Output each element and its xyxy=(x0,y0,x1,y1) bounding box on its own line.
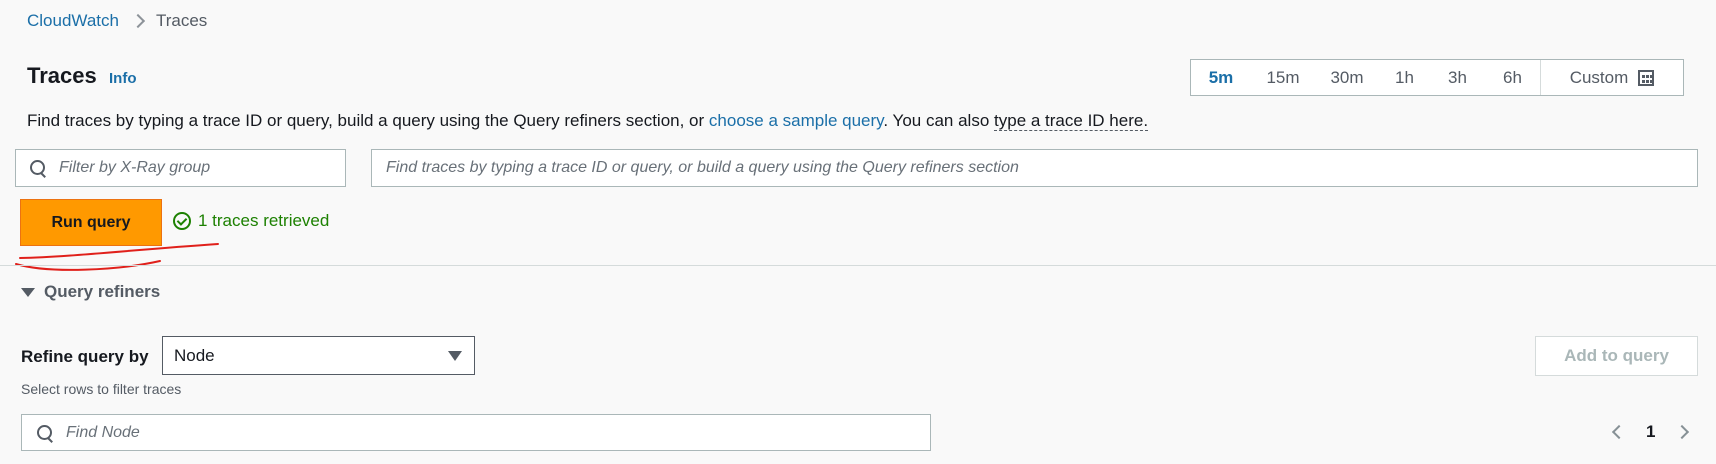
xray-group-placeholder: Filter by X-Ray group xyxy=(59,159,211,176)
next-page-icon[interactable] xyxy=(1675,424,1690,440)
query-refiners-label: Query refiners xyxy=(44,282,161,301)
refine-query-selected: Node xyxy=(174,345,215,365)
time-range-5m[interactable]: 5m xyxy=(1191,60,1251,95)
search-icon xyxy=(29,159,47,177)
breadcrumb: CloudWatch Traces xyxy=(27,10,207,32)
description-text-2: . You can also xyxy=(883,111,995,130)
refine-query-select[interactable]: Node xyxy=(162,336,475,375)
time-range-1h[interactable]: 1h xyxy=(1379,60,1430,95)
status-text: 1 traces retrieved xyxy=(198,211,330,230)
status-message: 1 traces retrieved xyxy=(173,211,329,231)
chevron-right-icon xyxy=(133,14,142,28)
caret-down-icon xyxy=(21,287,35,297)
section-divider xyxy=(0,265,1716,266)
info-link[interactable]: Info xyxy=(109,70,137,87)
page-number[interactable]: 1 xyxy=(1646,422,1655,442)
page-title: Traces xyxy=(27,63,97,88)
caret-down-icon xyxy=(448,350,462,361)
find-node-input[interactable]: Find Node xyxy=(21,414,931,451)
description-text: Find traces by typing a trace ID or quer… xyxy=(27,111,709,130)
success-check-icon xyxy=(173,212,191,230)
add-to-query-button[interactable]: Add to query xyxy=(1535,336,1698,376)
time-range-custom-label: Custom xyxy=(1569,67,1629,87)
page-description: Find traces by typing a trace ID or quer… xyxy=(27,111,1149,131)
refine-helper-text: Select rows to filter traces xyxy=(21,381,182,397)
refine-query-label: Refine query by xyxy=(21,347,149,366)
time-range-selector: 5m 15m 30m 1h 3h 6h Custom xyxy=(1190,59,1684,96)
trace-query-input[interactable]: Find traces by typing a trace ID or quer… xyxy=(371,149,1698,187)
trace-id-link[interactable]: type a trace ID here. xyxy=(994,111,1149,131)
previous-page-icon[interactable] xyxy=(1611,424,1627,440)
search-icon xyxy=(36,424,54,442)
pagination: 1 xyxy=(1608,420,1693,444)
sample-query-link[interactable]: choose a sample query xyxy=(709,111,884,130)
time-range-custom[interactable]: Custom xyxy=(1540,60,1683,95)
red-underline-annotation xyxy=(15,243,219,271)
breadcrumb-current: Traces xyxy=(155,11,208,30)
time-range-15m[interactable]: 15m xyxy=(1251,60,1315,95)
time-range-6h[interactable]: 6h xyxy=(1485,60,1540,95)
calendar-icon xyxy=(1638,69,1655,86)
xray-group-filter[interactable]: Filter by X-Ray group xyxy=(15,149,346,187)
breadcrumb-cloudwatch-link[interactable]: CloudWatch xyxy=(27,11,119,31)
find-node-placeholder: Find Node xyxy=(66,423,140,441)
query-refiners-toggle[interactable]: Query refiners xyxy=(21,282,160,302)
time-range-30m[interactable]: 30m xyxy=(1315,60,1379,95)
trace-query-placeholder: Find traces by typing a trace ID or quer… xyxy=(386,159,1019,176)
time-range-3h[interactable]: 3h xyxy=(1430,60,1485,95)
